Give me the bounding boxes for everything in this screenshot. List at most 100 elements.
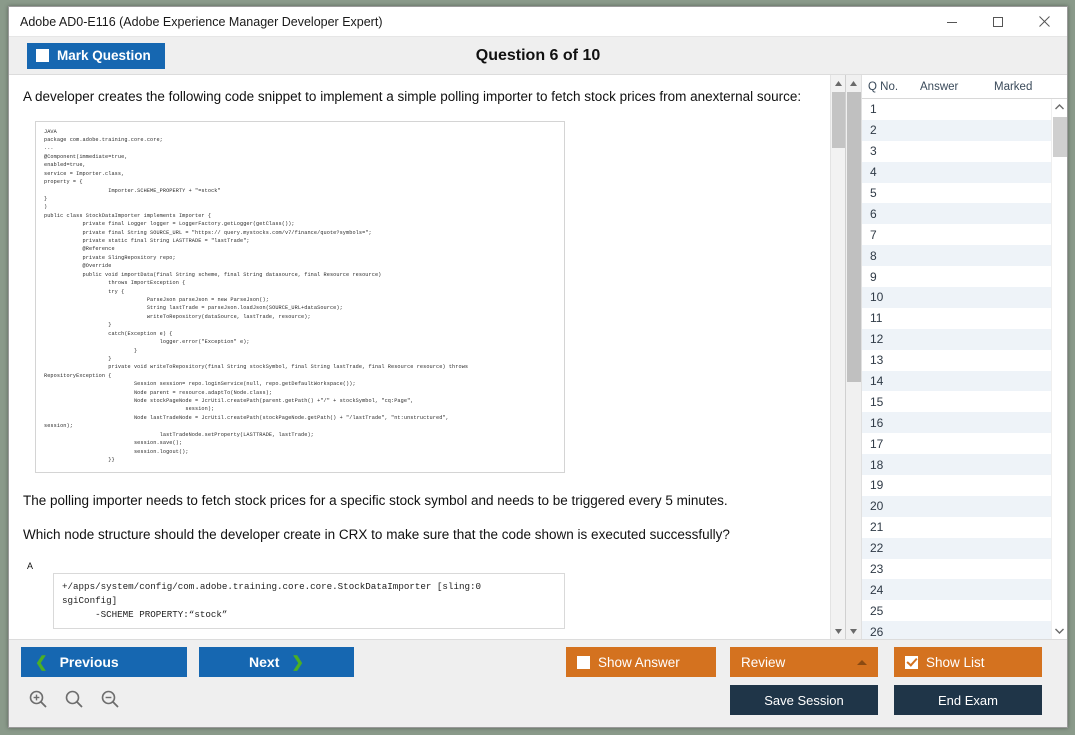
- question-list-row[interactable]: 3: [862, 140, 1051, 162]
- question-list-row[interactable]: 4: [862, 161, 1051, 183]
- column-header-answer: Answer: [920, 80, 959, 93]
- next-button[interactable]: Next ❯: [199, 647, 354, 677]
- question-list-row[interactable]: 7: [862, 224, 1051, 246]
- zoom-reset-icon[interactable]: [61, 686, 87, 712]
- row-question-number: 5: [870, 186, 877, 200]
- question-list-row[interactable]: 19: [862, 475, 1051, 496]
- previous-button-label: Previous: [59, 654, 119, 670]
- chevron-left-icon: ❮: [35, 654, 48, 671]
- question-list-row[interactable]: 5: [862, 182, 1051, 204]
- option-a-letter: A: [27, 560, 34, 571]
- question-list-row[interactable]: 25: [862, 600, 1051, 622]
- question-list-row[interactable]: 1: [862, 99, 1051, 120]
- row-question-number: 12: [870, 332, 884, 347]
- list-scrollbar-thumb[interactable]: [847, 92, 861, 382]
- question-list-inner-scrollbar[interactable]: [1051, 99, 1067, 639]
- close-icon[interactable]: [1021, 7, 1067, 37]
- question-header-bar: Mark Question Question 6 of 10: [9, 37, 1067, 75]
- show-answer-button[interactable]: Show Answer: [566, 647, 716, 677]
- question-list-row[interactable]: 20: [862, 495, 1051, 517]
- row-question-number: 14: [870, 374, 884, 389]
- row-question-number: 2: [870, 123, 877, 138]
- mark-question-checkbox[interactable]: [36, 49, 49, 62]
- question-list-row[interactable]: 15: [862, 391, 1051, 413]
- question-list-row[interactable]: 17: [862, 433, 1051, 455]
- review-label: Review: [741, 654, 786, 670]
- scrollbar-thumb[interactable]: [832, 92, 845, 148]
- question-list-header: Q No. Answer Marked: [862, 75, 1067, 99]
- question-list-row[interactable]: 22: [862, 537, 1051, 559]
- row-question-number: 22: [870, 541, 884, 556]
- question-list-row[interactable]: 8: [862, 245, 1051, 267]
- question-list-row[interactable]: 26: [862, 621, 1051, 639]
- chevron-right-icon: ❯: [291, 654, 304, 671]
- window-controls: [929, 7, 1067, 37]
- option-a-text[interactable]: +/apps/system/config/com.adobe.training.…: [53, 572, 565, 630]
- question-paragraph-3: Which node structure should the develope…: [23, 527, 730, 542]
- question-list-main: Q No. Answer Marked 1 2 3 4 5 6 7 8 9 10 11 12 13 14 1…: [862, 75, 1067, 639]
- row-question-number: 17: [870, 436, 884, 451]
- question-pane: A developer creates the following code s…: [9, 75, 845, 639]
- end-exam-button[interactable]: End Exam: [894, 685, 1042, 715]
- exam-window: Adobe AD0-E116 (Adobe Experience Manager…: [8, 6, 1068, 728]
- body-split: A developer creates the following code s…: [9, 75, 1067, 639]
- zoom-out-icon[interactable]: [97, 686, 123, 712]
- question-list-row[interactable]: 2: [862, 119, 1051, 141]
- question-list-row[interactable]: 6: [862, 203, 1051, 225]
- row-question-number: 6: [870, 206, 877, 221]
- row-question-number: 1: [870, 102, 877, 117]
- chevron-up-icon: [857, 659, 867, 665]
- next-button-label: Next: [249, 654, 280, 670]
- question-list-row[interactable]: 24: [862, 579, 1051, 601]
- row-question-number: 3: [870, 144, 877, 159]
- review-dropdown[interactable]: Review: [730, 647, 878, 677]
- inner-scrollbar-thumb[interactable]: [1053, 117, 1067, 157]
- list-scroll-up-icon[interactable]: [846, 75, 861, 91]
- show-answer-checkbox[interactable]: [577, 655, 590, 669]
- zoom-in-icon[interactable]: [25, 686, 51, 712]
- scroll-down-icon[interactable]: [831, 623, 845, 639]
- show-list-checkbox[interactable]: [905, 655, 918, 669]
- question-list-row[interactable]: 23: [862, 558, 1051, 580]
- question-list-pane: Q No. Answer Marked 1 2 3 4 5 6 7 8 9 10 11 12 13 14 1…: [845, 75, 1067, 639]
- row-question-number: 16: [870, 415, 884, 430]
- question-intro-text: A developer creates the following code s…: [23, 89, 802, 104]
- inner-scroll-down-icon[interactable]: [1052, 623, 1067, 639]
- window-titlebar: Adobe AD0-E116 (Adobe Experience Manager…: [9, 7, 1067, 37]
- row-question-number: 23: [870, 562, 884, 577]
- question-list-row[interactable]: 11: [862, 307, 1051, 329]
- question-pane-scrollbar[interactable]: [830, 75, 845, 639]
- window-title: Adobe AD0-E116 (Adobe Experience Manager…: [20, 14, 383, 29]
- mark-question-button[interactable]: Mark Question: [27, 42, 165, 69]
- show-list-button[interactable]: Show List: [894, 647, 1042, 677]
- question-list-body: 1 2 3 4 5 6 7 8 9 10 11 12 13 14 15 16 17 18 19 20 21 22 23 24 2…: [862, 99, 1067, 639]
- list-scroll-down-icon[interactable]: [846, 623, 861, 639]
- question-list-row[interactable]: 10: [862, 287, 1051, 308]
- maximize-icon[interactable]: [975, 7, 1021, 37]
- question-list-row[interactable]: 21: [862, 516, 1051, 538]
- question-list-row[interactable]: 14: [862, 370, 1051, 392]
- inner-scroll-up-icon[interactable]: [1052, 99, 1067, 115]
- row-question-number: 19: [870, 478, 884, 493]
- save-session-button[interactable]: Save Session: [730, 685, 878, 715]
- row-question-number: 10: [870, 290, 884, 305]
- minimize-icon[interactable]: [929, 7, 975, 37]
- page-title: Question 6 of 10: [475, 46, 601, 64]
- row-question-number: 7: [870, 227, 877, 242]
- question-list-row[interactable]: 18: [862, 454, 1051, 476]
- question-list-row[interactable]: 9: [862, 266, 1051, 288]
- zoom-toolbar: [25, 686, 123, 712]
- question-list-outer-scrollbar[interactable]: [846, 75, 862, 639]
- footer-toolbar: ❮ Previous Next ❯ Show Answer Review Sho…: [9, 639, 1067, 727]
- row-question-number: 8: [870, 248, 877, 263]
- question-list-row[interactable]: 13: [862, 349, 1051, 371]
- scroll-up-icon[interactable]: [831, 75, 845, 91]
- question-list-row[interactable]: 16: [862, 412, 1051, 434]
- previous-button[interactable]: ❮ Previous: [21, 647, 187, 677]
- row-question-number: 9: [870, 269, 877, 284]
- question-list-row[interactable]: 12: [862, 328, 1051, 350]
- show-list-label: Show List: [926, 654, 985, 670]
- save-session-label: Save Session: [764, 692, 844, 708]
- row-question-number: 20: [870, 499, 884, 514]
- row-question-number: 24: [870, 582, 884, 597]
